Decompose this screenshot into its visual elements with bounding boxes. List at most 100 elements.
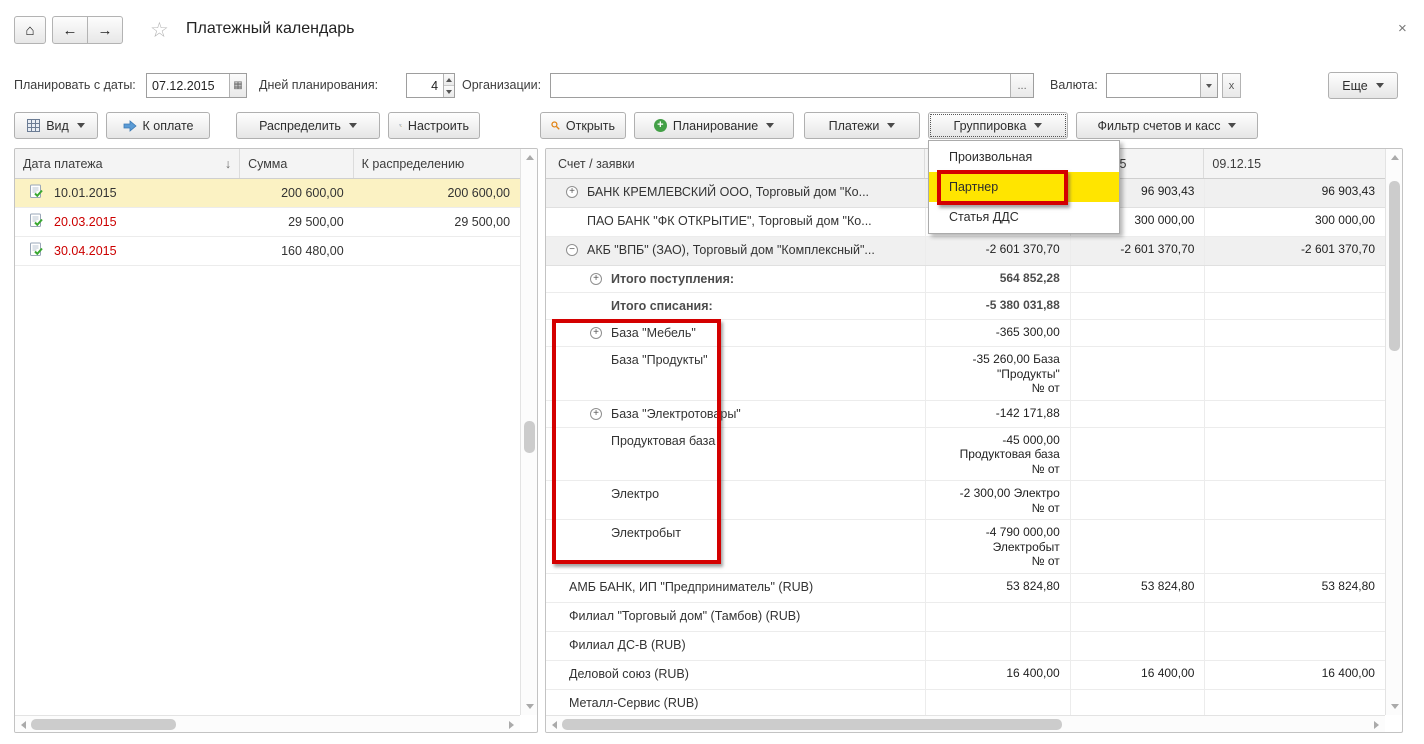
scrollbar-thumb[interactable] — [562, 719, 1062, 730]
value-cell — [1204, 427, 1385, 480]
favorite-star-icon[interactable]: ☆ — [150, 18, 169, 43]
value-line: Электробыт — [992, 539, 1060, 554]
planning-button[interactable]: + Планирование — [634, 112, 794, 139]
table-row[interactable]: + Итого поступления: 564 852,28 — [546, 266, 1385, 293]
funnel-icon — [399, 124, 402, 127]
payments-button[interactable]: Платежи — [804, 112, 920, 139]
value-cell — [925, 631, 1070, 660]
calendar-icon[interactable]: ▦ — [228, 74, 246, 97]
payments-horizontal-scrollbar[interactable] — [15, 715, 520, 732]
grouping-button[interactable]: Группировка — [928, 112, 1068, 139]
days-field[interactable] — [406, 73, 455, 98]
home-icon: ⌂ — [25, 21, 35, 39]
currency-dropdown-icon[interactable] — [1199, 74, 1217, 97]
scroll-up-icon[interactable] — [526, 155, 534, 160]
organizations-input[interactable] — [551, 74, 1011, 97]
value-cell — [1204, 400, 1385, 427]
value-cell — [925, 602, 1070, 631]
table-row[interactable]: 20.03.2015 29 500,00 29 500,00 — [15, 208, 520, 237]
value-cell: 16 400,00 — [1204, 660, 1385, 689]
value-cell — [1069, 266, 1205, 292]
more-button[interactable]: Еще — [1328, 72, 1398, 99]
scrollbar-thumb[interactable] — [1389, 181, 1400, 351]
value-line: "Продукты" — [997, 366, 1060, 381]
scroll-left-icon[interactable] — [21, 721, 26, 729]
plus-circle-icon: + — [653, 119, 667, 132]
view-button[interactable]: Вид — [14, 112, 98, 139]
value-line: -2 601 370,70 — [1120, 242, 1195, 256]
column-label: Сумма — [248, 156, 288, 171]
account-label: Итого списания: — [611, 299, 713, 313]
scrollbar-thumb[interactable] — [524, 421, 535, 453]
scroll-left-icon[interactable] — [552, 721, 557, 729]
page-title: Платежный календарь — [186, 20, 355, 37]
days-spinner[interactable] — [443, 74, 454, 97]
table-row[interactable]: 10.01.2015 200 600,00 200 600,00 — [15, 179, 520, 208]
plan-from-input[interactable] — [147, 74, 229, 97]
to-pay-button[interactable]: К оплате — [106, 112, 210, 139]
table-row[interactable]: Филиал "Торговый дом" (Тамбов) (RUB) — [546, 602, 1385, 632]
value-cell: -2 300,00 Электро № от — [925, 481, 1070, 519]
column-header-to-distribute[interactable]: К распределению — [354, 149, 520, 178]
account-label-cell: +Итого списания: — [546, 293, 925, 319]
currency-field[interactable] — [1106, 73, 1218, 98]
column-header-payment-date[interactable]: Дата платежа ↓ — [15, 149, 241, 178]
spin-up-icon[interactable] — [444, 74, 454, 85]
expand-icon[interactable]: + — [566, 186, 578, 198]
table-row[interactable]: − АКБ "ВПБ" (ЗАО), Торговый дом "Комплекс… — [546, 237, 1385, 266]
open-button[interactable]: Открыть — [540, 112, 626, 139]
accounts-horizontal-scrollbar[interactable] — [546, 715, 1385, 732]
forward-button[interactable]: → — [87, 16, 123, 44]
days-label: Дней планирования: — [259, 78, 379, 92]
scroll-down-icon[interactable] — [1391, 704, 1399, 709]
table-row[interactable]: Филиал ДС-В (RUB) — [546, 631, 1385, 661]
distribute-button[interactable]: Распределить — [236, 112, 380, 139]
payment-date-cell: 30.04.2015 — [15, 242, 240, 260]
home-button[interactable]: ⌂ — [14, 16, 46, 44]
value-cell: 564 852,28 — [925, 266, 1070, 292]
table-row[interactable]: 30.04.2015 160 480,00 — [15, 237, 520, 266]
menu-item-1[interactable]: Произвольная — [929, 142, 1119, 172]
accounts-vertical-scrollbar[interactable] — [1385, 149, 1402, 715]
plan-from-field[interactable]: ▦ — [146, 73, 247, 98]
payment-date-cell: 10.01.2015 — [15, 184, 240, 202]
forward-icon: → — [97, 21, 113, 39]
configure-button[interactable]: Настроить — [388, 112, 480, 139]
days-input[interactable] — [407, 74, 444, 97]
account-label-cell: АМБ БАНК, ИП "Предприниматель" (RUB) — [546, 574, 925, 602]
spin-down-icon[interactable] — [444, 85, 454, 97]
table-row[interactable]: +Итого списания: -5 380 031,88 — [546, 293, 1385, 320]
table-row[interactable]: АМБ БАНК, ИП "Предприниматель" (RUB) 53 8… — [546, 573, 1385, 603]
organizations-ellipsis-button[interactable]: ... — [1010, 74, 1033, 97]
column-header-date3[interactable]: 09.12.15 — [1204, 149, 1385, 178]
value-cell — [1069, 347, 1205, 400]
value-cell: -35 260,00 База "Продукты" № от — [925, 347, 1070, 400]
account-label: Итого поступления: — [611, 272, 735, 286]
more-button-label: Еще — [1342, 78, 1368, 93]
filter-accounts-button[interactable]: Фильтр счетов и касс — [1076, 112, 1258, 139]
collapse-icon[interactable]: − — [566, 244, 578, 256]
value-cell — [1204, 689, 1385, 718]
menu-item-3[interactable]: Статья ДДС — [929, 202, 1119, 232]
column-header-account[interactable]: Счет / заявки — [546, 149, 926, 178]
payments-vertical-scrollbar[interactable] — [520, 149, 537, 715]
currency-input[interactable] — [1107, 74, 1200, 97]
expand-icon[interactable]: + — [590, 273, 602, 285]
scrollbar-thumb[interactable] — [31, 719, 176, 730]
table-row[interactable]: Деловой союз (RUB) 16 400,00 16 400,00 16 4… — [546, 660, 1385, 690]
account-label: Филиал "Торговый дом" (Тамбов) (RUB) — [569, 608, 801, 623]
view-button-label: Вид — [46, 118, 69, 133]
scroll-right-icon[interactable] — [509, 721, 514, 729]
to-distribute-cell: 200 600,00 — [447, 186, 511, 200]
column-header-sum[interactable]: Сумма — [240, 149, 354, 178]
scroll-down-icon[interactable] — [526, 704, 534, 709]
value-cell: -365 300,00 — [925, 320, 1070, 346]
back-button[interactable]: ← — [52, 16, 88, 44]
account-label-cell: Деловой союз (RUB) — [546, 661, 925, 689]
organizations-field[interactable]: ... — [550, 73, 1034, 98]
currency-clear-button[interactable]: x — [1222, 73, 1241, 98]
scroll-up-icon[interactable] — [1391, 155, 1399, 160]
close-icon[interactable]: × — [1398, 20, 1407, 37]
scroll-right-icon[interactable] — [1374, 721, 1379, 729]
value-cell: -4 790 000,00 Электробыт № от — [925, 520, 1070, 573]
